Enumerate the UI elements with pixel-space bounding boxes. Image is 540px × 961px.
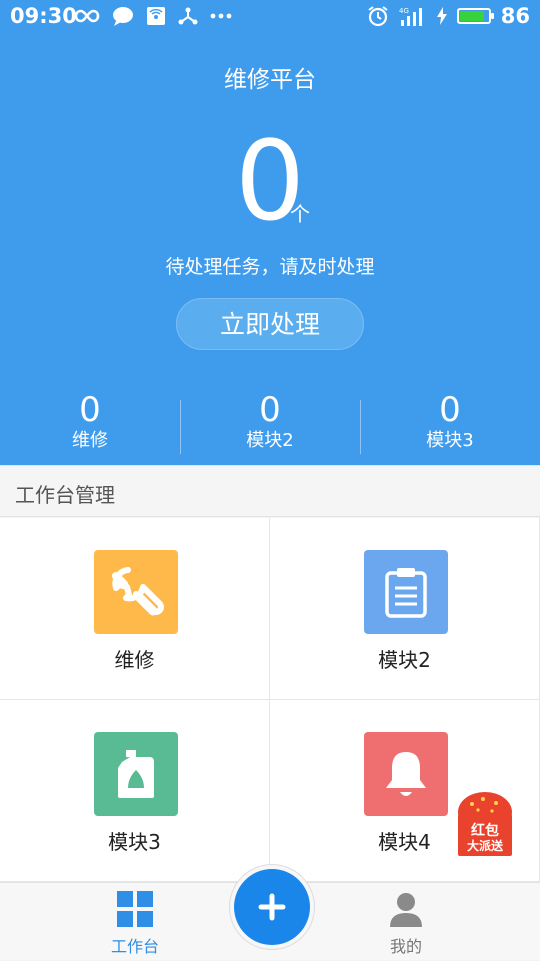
stat-label: 模块2 — [246, 430, 294, 451]
stat-module2[interactable]: 0 模块2 — [180, 390, 360, 460]
module-label: 模块3 — [108, 830, 161, 854]
module-label: 维修 — [114, 648, 155, 672]
summary-panel: 维修平台 0 个 待处理任务，请及时处理 立即处理 0 维修 0 模块2 0 模… — [0, 34, 540, 465]
chat-icon — [113, 7, 133, 26]
module-label: 模块2 — [378, 648, 431, 672]
module-2[interactable]: 模块2 — [270, 518, 540, 700]
system-icons: 4G 86 — [367, 4, 530, 28]
wifi-hotspot-icon — [147, 7, 165, 25]
oil-bottle-icon — [118, 750, 154, 798]
module-tile — [364, 550, 448, 634]
tab-label: 工作台 — [110, 937, 159, 956]
alarm-icon — [368, 6, 388, 27]
process-now-button[interactable]: 立即处理 — [176, 298, 364, 350]
module-3[interactable]: 模块3 — [0, 700, 270, 882]
red-envelope-promo[interactable]: 红包 大派送 — [456, 790, 514, 856]
module-repair[interactable]: 维修 — [0, 518, 270, 700]
pending-count-unit: 个 — [290, 202, 310, 226]
network-type: 4G — [399, 7, 409, 15]
status-bar: 09:30 4G 86 — [0, 0, 540, 34]
promo-line2: 大派送 — [467, 838, 504, 853]
charging-icon — [436, 7, 447, 25]
tab-label: 我的 — [389, 937, 422, 956]
stat-repair[interactable]: 0 维修 — [0, 390, 180, 460]
promo-line1: 红包 — [471, 822, 499, 839]
stats-row: 0 维修 0 模块2 0 模块3 — [0, 390, 540, 460]
pending-description: 待处理任务，请及时处理 — [165, 256, 375, 278]
bell-icon — [386, 752, 426, 796]
share-network-icon — [178, 7, 198, 25]
infinity-icon — [74, 9, 100, 23]
stat-value: 0 — [259, 390, 281, 430]
notification-icons — [74, 6, 232, 26]
stat-module3[interactable]: 0 模块3 — [360, 390, 540, 460]
stat-label: 模块3 — [426, 430, 474, 451]
add-button[interactable] — [234, 869, 310, 945]
user-icon — [390, 893, 422, 927]
page-title: 维修平台 — [224, 67, 316, 93]
tab-me[interactable]: 我的 — [356, 883, 456, 961]
pending-count: 0 个 — [0, 126, 540, 236]
tab-workbench[interactable]: 工作台 — [85, 883, 185, 961]
stat-value: 0 — [79, 390, 101, 430]
battery-level: 86 — [500, 4, 530, 28]
plus-icon — [258, 893, 286, 921]
more-icon — [210, 13, 232, 19]
clipboard-icon — [385, 568, 427, 618]
section-title: 工作台管理 — [15, 483, 115, 507]
section-header: 工作台管理 — [0, 465, 540, 517]
module-tile — [94, 732, 178, 816]
grid-icon — [117, 891, 153, 927]
wrench-icon — [112, 567, 164, 616]
module-tile — [364, 732, 448, 816]
stat-label: 维修 — [72, 430, 108, 451]
battery-icon — [456, 8, 494, 24]
module-tile — [94, 550, 178, 634]
stat-value: 0 — [439, 390, 461, 430]
signal-icon: 4G — [399, 7, 422, 26]
status-time: 09:30 — [10, 4, 77, 28]
